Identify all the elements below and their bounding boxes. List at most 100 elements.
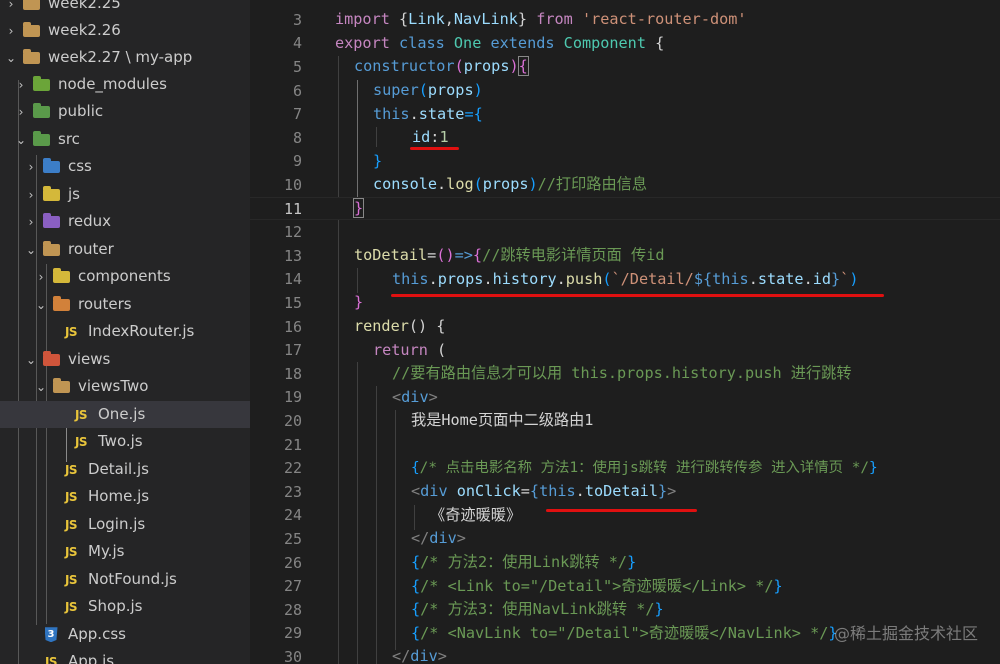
- code-editor[interactable]: 3 import {Link,NavLink} from 'react-rout…: [250, 0, 1000, 664]
- line-number: 23: [283, 482, 302, 501]
- code-line: 20 我是Home页面中二级路由1: [250, 409, 1000, 433]
- chevron-right-icon: ›: [18, 77, 24, 92]
- tree-item-one-js[interactable]: JS One.js: [0, 401, 250, 429]
- tree-item-label: Home.js: [88, 487, 150, 506]
- line-number: 28: [283, 600, 302, 619]
- chevron-down-icon: ⌄: [35, 297, 47, 312]
- tree-item-indexrouter-js[interactable]: JS IndexRouter.js: [0, 318, 250, 345]
- chevron-down-icon: ⌄: [25, 352, 37, 367]
- tree-item-css[interactable]: › css: [0, 153, 250, 180]
- tree-item-router[interactable]: ⌄ router: [0, 236, 250, 263]
- tree-item-label: IndexRouter.js: [88, 322, 195, 341]
- tree-item-label: viewsTwo: [78, 377, 149, 396]
- code-line: 28 {/* 方法3：使用NavLink跳转 */}: [250, 598, 1000, 622]
- tree-item-week2-25[interactable]: › week2.25: [0, 0, 250, 17]
- tree-item-src[interactable]: ⌄ src: [0, 126, 250, 153]
- tree-item-label: One.js: [98, 405, 146, 424]
- line-number: 17: [283, 341, 302, 360]
- line-number: 25: [283, 529, 302, 548]
- line-number: 18: [283, 364, 302, 383]
- code-text: //要有路由信息才可以用 this.props.history.push 进行跳…: [392, 364, 852, 383]
- code-text: toDetail=()=>{//跳转电影详情页面 传id: [354, 246, 665, 265]
- code-text: {/* <Link to="/Detail">奇迹暖暖</Link> */}: [411, 576, 783, 595]
- tree-item-my-js[interactable]: JS My.js: [0, 538, 250, 565]
- tree-item-public[interactable]: › public: [0, 98, 250, 125]
- line-number: 29: [283, 624, 302, 643]
- tree-item-label: src: [58, 130, 80, 149]
- code-text: this.props.history.push(`/Detail/${this.…: [392, 269, 859, 288]
- tree-item-viewstwo[interactable]: ⌄ viewsTwo: [0, 373, 250, 400]
- js-file-icon: JS: [64, 544, 78, 559]
- tree-item-label: components: [78, 267, 171, 286]
- css-folder-icon: [42, 157, 60, 175]
- chevron-down-icon: ⌄: [25, 242, 37, 257]
- tree-item-shop-js[interactable]: JS Shop.js: [0, 593, 250, 620]
- code-text: id:1: [412, 128, 449, 147]
- line-number: 7: [292, 105, 302, 124]
- tree-item-login-js[interactable]: JS Login.js: [0, 511, 250, 538]
- code-line: 5 constructor(props){: [250, 55, 1000, 79]
- tree-item-app-css[interactable]: 3 App.css: [0, 621, 250, 648]
- tree-item-label: Shop.js: [88, 597, 143, 616]
- line-number: 20: [283, 411, 302, 430]
- code-line: 19 <div>: [250, 386, 1000, 410]
- code-text: </div>: [411, 529, 466, 548]
- line-number: 5: [292, 57, 302, 76]
- js-file-icon: JS: [64, 462, 78, 477]
- line-number: 8: [292, 128, 302, 147]
- js-file-icon: JS: [64, 599, 78, 614]
- code-text: {/* 方法2：使用Link跳转 */}: [411, 553, 637, 572]
- tree-item-js[interactable]: › js: [0, 181, 250, 208]
- tree-item-week2-26[interactable]: › week2.26: [0, 17, 250, 44]
- code-text: </div>: [392, 647, 447, 664]
- tree-item-detail-js[interactable]: JS Detail.js: [0, 456, 250, 483]
- tree-item-label: Two.js: [98, 432, 143, 451]
- tree-item-label: js: [68, 185, 80, 204]
- line-number: 27: [283, 577, 302, 596]
- tree-item-label: Login.js: [88, 515, 146, 534]
- line-number: 26: [283, 553, 302, 572]
- line-number: 14: [283, 270, 302, 289]
- code-text: import {Link,NavLink} from 'react-router…: [335, 10, 747, 29]
- code-text: }: [373, 151, 383, 170]
- code-text: <div>: [392, 387, 438, 406]
- code-text: {/* <NavLink to="/Detail">奇迹暖暖</NavLink>…: [411, 623, 838, 642]
- code-line: 18 //要有路由信息才可以用 this.props.history.push …: [250, 362, 1000, 386]
- tree-item-components[interactable]: › components: [0, 263, 250, 290]
- code-line-current: 11 }: [250, 196, 1000, 221]
- tree-item-notfound-js[interactable]: JS NotFound.js: [0, 566, 250, 593]
- tree-item-home-js[interactable]: JS Home.js: [0, 483, 250, 510]
- tree-item-routers[interactable]: ⌄ routers: [0, 291, 250, 318]
- code-text: }: [352, 198, 365, 219]
- tree-item-views[interactable]: ⌄ views: [0, 346, 250, 373]
- tree-item-two-js[interactable]: JS Two.js: [0, 428, 250, 455]
- tree-item-node-modules[interactable]: › node_modules: [0, 71, 250, 98]
- tree-item-week2-27-my-app[interactable]: ⌄ week2.27 \ my-app: [0, 44, 250, 71]
- line-number: 3: [292, 10, 302, 29]
- tree-item-redux[interactable]: › redux: [0, 208, 250, 235]
- chevron-right-icon: ›: [18, 104, 24, 119]
- code-line: 22 {/* 点击电影名称 方法1：使用js跳转 进行跳转传参 进入详情页 */…: [250, 456, 1000, 480]
- redux-folder-icon: [42, 212, 60, 230]
- chevron-right-icon: ›: [28, 187, 34, 202]
- line-number: 21: [283, 435, 302, 454]
- code-text: 我是Home页面中二级路由1: [411, 411, 594, 430]
- tree-item-label: public: [58, 102, 104, 121]
- tree-item-label: week2.27 \ my-app: [48, 48, 193, 67]
- line-number: 10: [283, 175, 302, 194]
- js-file-icon: JS: [44, 654, 58, 664]
- line-number: 22: [283, 459, 302, 478]
- chevron-down-icon: ⌄: [35, 379, 47, 394]
- code-text: this.state={: [373, 104, 483, 123]
- public-folder-icon: [32, 102, 50, 120]
- explorer-sidebar: › week2.25 › week2.26 ⌄ week2.27 \ my-ap…: [0, 0, 250, 664]
- tree-item-label: week2.25: [48, 0, 121, 13]
- tree-item-label: router: [68, 240, 114, 259]
- code-line: 4 export class One extends Component {: [250, 32, 1000, 56]
- tree-item-app-js[interactable]: JS App.js: [0, 648, 250, 664]
- line-number: 4: [292, 34, 302, 53]
- chevron-right-icon: ›: [8, 23, 14, 38]
- code-line: 30 </div>: [250, 645, 1000, 664]
- annotation-underline-id: [410, 147, 459, 150]
- js-file-icon: JS: [64, 489, 78, 504]
